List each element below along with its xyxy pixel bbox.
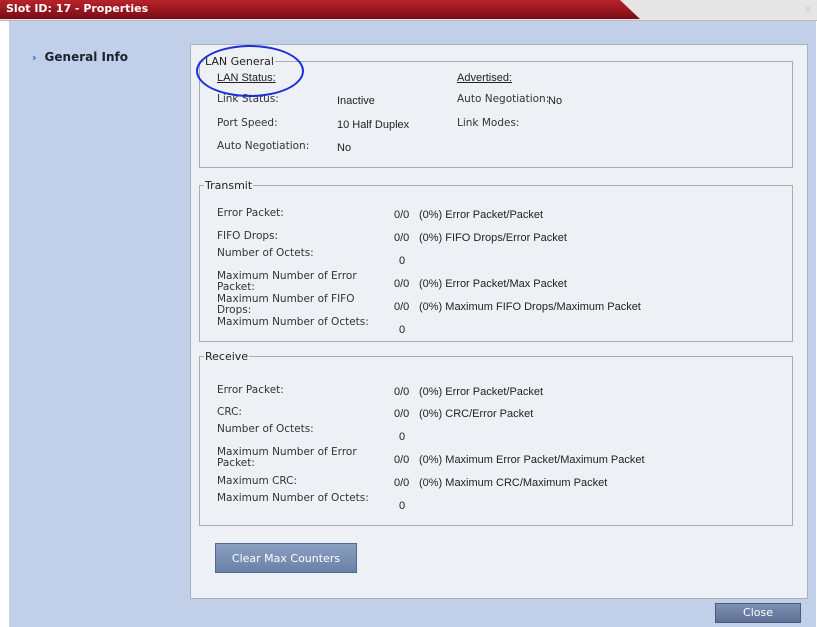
- advertised-heading: Advertised:: [457, 72, 513, 84]
- transmit-row-value: 0/0: [394, 301, 410, 313]
- receive-row-label: Maximum Number of Error Packet:: [217, 446, 357, 469]
- transmit-row-value: 0/0: [394, 209, 410, 221]
- adv-auto-negotiation-label: Auto Negotiation:: [457, 93, 550, 105]
- link-modes-label: Link Modes:: [457, 117, 520, 129]
- receive-row-value: 0/0: [394, 408, 410, 420]
- close-icon[interactable]: ×: [803, 2, 813, 16]
- link-status-value: Inactive: [337, 95, 375, 107]
- port-speed-value: 10 Half Duplex: [337, 119, 410, 131]
- receive-legend: Receive: [205, 350, 249, 363]
- clear-max-counters-button[interactable]: Clear Max Counters: [215, 543, 357, 573]
- receive-row-description: (0%) Maximum Error Packet/Maximum Packet: [419, 454, 645, 466]
- transmit-row-label: Maximum Number of FIFO Drops:: [217, 293, 355, 316]
- transmit-row-description: (0%) FIFO Drops/Error Packet: [419, 232, 567, 244]
- sidebar-item-general-info[interactable]: › General Info: [32, 50, 128, 64]
- receive-row-label: Maximum CRC:: [217, 475, 298, 487]
- transmit-row-description: (0%) Error Packet/Packet: [419, 209, 544, 221]
- transmit-row-value: 0: [399, 324, 406, 336]
- transmit-row-label: Error Packet:: [217, 207, 284, 219]
- transmit-row-label: Maximum Number of Octets:: [217, 316, 369, 328]
- receive-row-value: 0/0: [394, 386, 410, 398]
- receive-row-value: 0/0: [394, 454, 410, 466]
- receive-row-value: 0/0: [394, 477, 410, 489]
- chevron-right-icon: ›: [32, 51, 37, 64]
- auto-negotiation-label: Auto Negotiation:: [217, 140, 310, 152]
- close-button[interactable]: Close: [715, 603, 801, 623]
- receive-row-description: (0%) Error Packet/Packet: [419, 386, 544, 398]
- transmit-row-label: Maximum Number of Error Packet:: [217, 270, 357, 293]
- properties-panel: LAN General LAN Status: Advertised: Link…: [190, 44, 808, 599]
- window-title: Slot ID: 17 - Properties: [6, 2, 149, 15]
- transmit-row-description: (0%) Maximum FIFO Drops/Maximum Packet: [419, 301, 641, 313]
- sidebar-item-label: General Info: [44, 50, 128, 64]
- receive-row-value: 0: [399, 431, 406, 443]
- transmit-row-label: FIFO Drops:: [217, 230, 279, 242]
- receive-row-label: Error Packet:: [217, 384, 284, 396]
- receive-row-label: Number of Octets:: [217, 423, 314, 435]
- transmit-row-value: 0: [399, 255, 406, 267]
- receive-row-label: Maximum Number of Octets:: [217, 492, 369, 504]
- receive-row-value: 0: [399, 500, 406, 512]
- title-bar: Slot ID: 17 - Properties ×: [0, 0, 817, 21]
- adv-auto-negotiation-value: No: [548, 95, 563, 107]
- receive-row-description: (0%) CRC/Error Packet: [419, 408, 534, 420]
- transmit-legend: Transmit: [205, 179, 253, 192]
- port-speed-label: Port Speed:: [217, 117, 278, 129]
- receive-row-label: CRC:: [217, 406, 242, 418]
- transmit-row-description: (0%) Error Packet/Max Packet: [419, 278, 567, 290]
- transmit-row-value: 0/0: [394, 232, 410, 244]
- receive-row-description: (0%) Maximum CRC/Maximum Packet: [419, 477, 608, 489]
- transmit-row-label: Number of Octets:: [217, 247, 314, 259]
- highlight-circle: [196, 45, 304, 97]
- auto-negotiation-value: No: [337, 142, 352, 154]
- transmit-row-value: 0/0: [394, 278, 410, 290]
